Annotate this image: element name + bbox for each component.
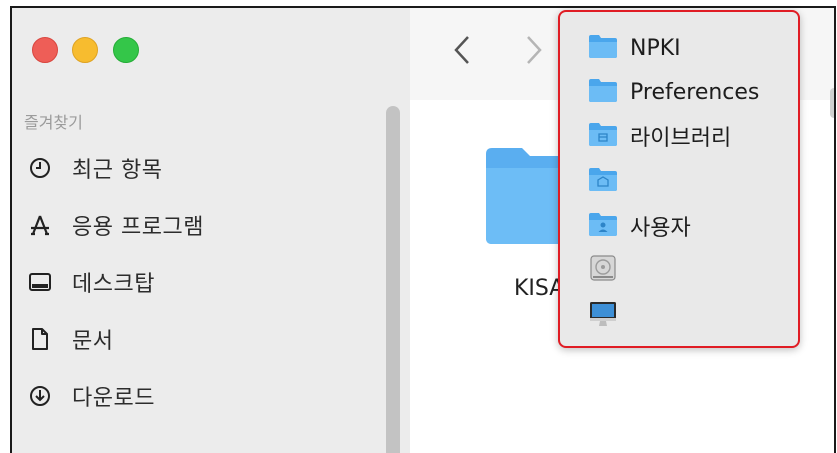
menu-item-label: NPKI xyxy=(630,35,681,61)
sidebar-item-desktop[interactable]: 데스크탑 xyxy=(26,262,155,302)
menu-item-label: 라이브러리 xyxy=(630,126,732,151)
content-scrollbar[interactable] xyxy=(830,88,834,118)
library-folder-icon xyxy=(588,121,618,151)
menu-item-library[interactable]: 라이브러리 xyxy=(588,119,731,153)
sidebar-scrollbar[interactable] xyxy=(386,106,400,453)
clock-icon xyxy=(26,154,54,182)
desktop-icon xyxy=(26,268,54,296)
sidebar-item-label: 데스크탑 xyxy=(72,272,155,297)
menu-item-preferences[interactable]: Preferences xyxy=(588,75,759,109)
folder-name[interactable]: KISA xyxy=(514,276,564,301)
download-icon xyxy=(26,382,54,410)
sidebar-item-recents[interactable]: 최근 항목 xyxy=(26,148,162,188)
sidebar-item-label: 문서 xyxy=(72,329,114,354)
sidebar-item-downloads[interactable]: 다운로드 xyxy=(26,376,155,416)
sidebar-item-label: 최근 항목 xyxy=(72,158,163,183)
sidebar: 즐겨찾기 최근 항목 응용 프로그램 데스크탑 문서 다운로드 xyxy=(12,8,411,453)
hard-disk-icon xyxy=(588,253,618,287)
computer-icon xyxy=(588,299,618,333)
minimize-window-button[interactable] xyxy=(72,37,98,63)
document-icon xyxy=(26,325,54,353)
menu-item-macintosh-hd[interactable] xyxy=(588,253,618,287)
menu-item-npki[interactable]: NPKI xyxy=(588,31,681,65)
folder-icon xyxy=(588,33,618,63)
menu-item-users[interactable]: 사용자 xyxy=(588,209,691,243)
favorites-section-title: 즐겨찾기 xyxy=(24,113,83,132)
users-folder-icon xyxy=(588,211,618,241)
back-button[interactable] xyxy=(452,34,472,70)
applications-icon xyxy=(26,211,54,239)
close-window-button[interactable] xyxy=(32,37,58,63)
sidebar-item-label: 다운로드 xyxy=(72,386,155,411)
zoom-window-button[interactable] xyxy=(113,37,139,63)
path-popup-menu: NPKI Preferences 라이브러리 사용자 xyxy=(558,10,800,348)
menu-item-system[interactable] xyxy=(588,164,618,198)
sidebar-item-applications[interactable]: 응용 프로그램 xyxy=(26,205,204,245)
menu-item-label: Preferences xyxy=(630,79,760,105)
system-folder-icon xyxy=(588,166,618,196)
folder-icon xyxy=(588,77,618,107)
menu-item-label: 사용자 xyxy=(630,216,691,241)
sidebar-item-label: 응용 프로그램 xyxy=(72,215,204,240)
menu-item-computer[interactable] xyxy=(588,299,618,333)
forward-button[interactable] xyxy=(524,34,544,70)
sidebar-item-documents[interactable]: 문서 xyxy=(26,319,113,359)
